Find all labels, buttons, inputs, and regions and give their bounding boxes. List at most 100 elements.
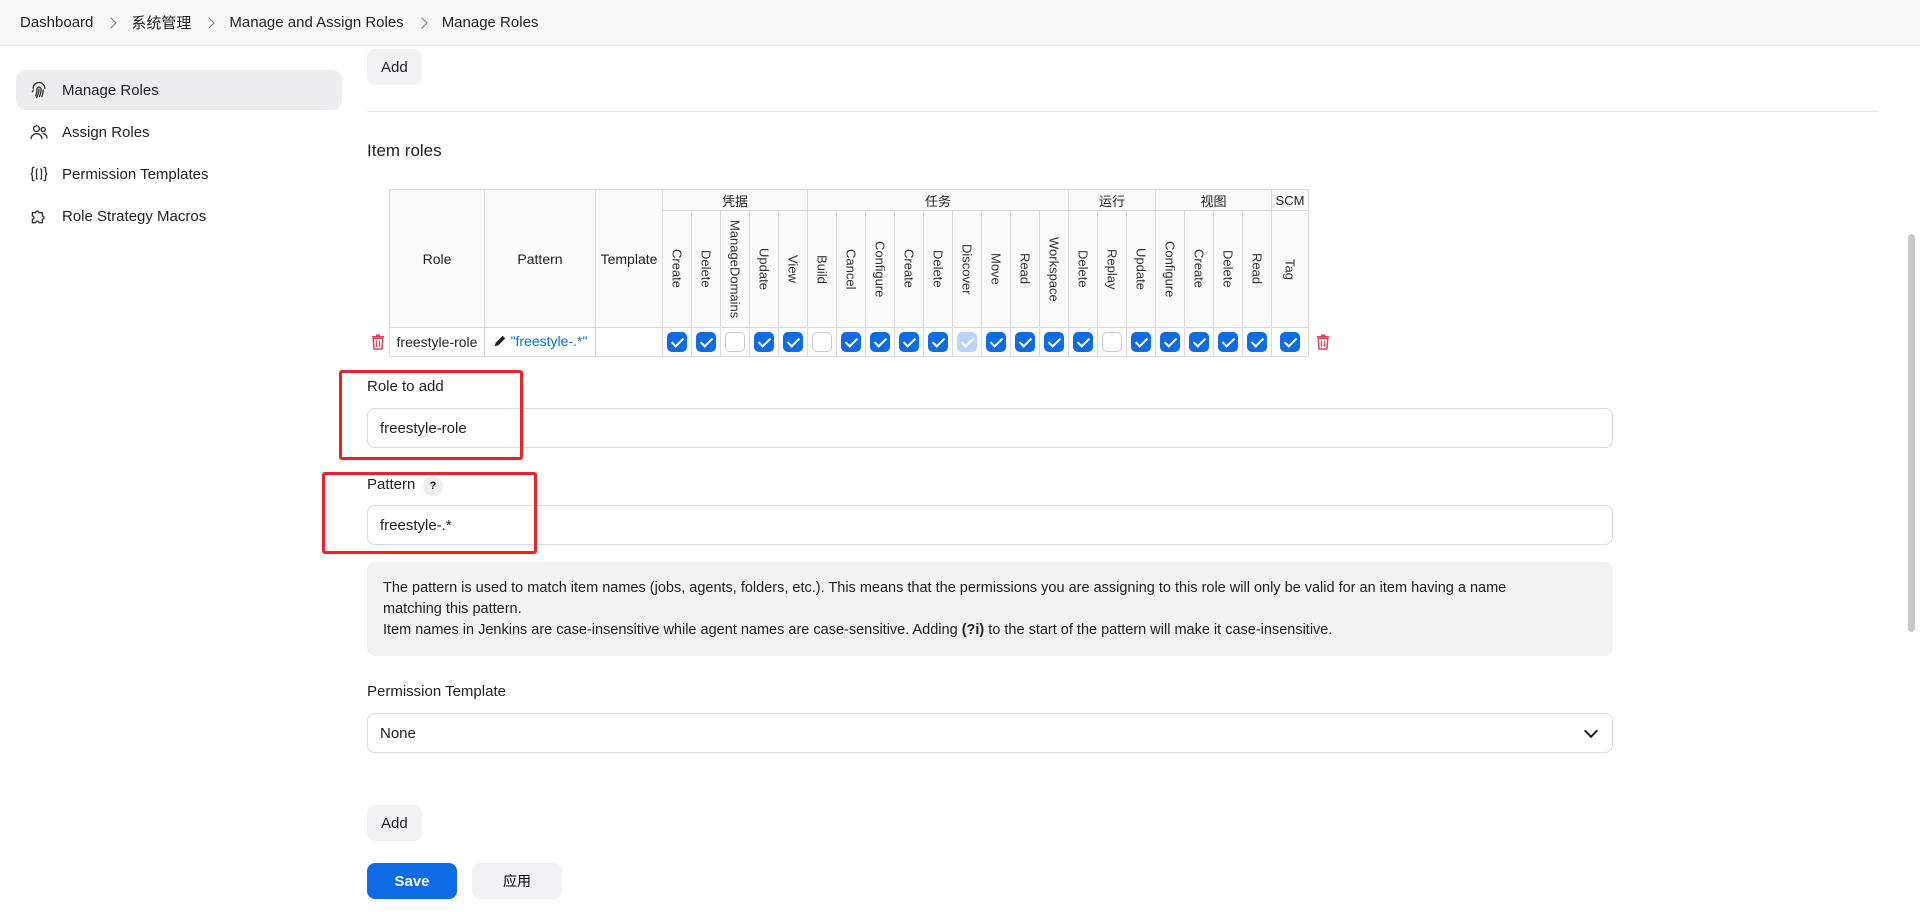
perm-header: Delete [923,210,953,328]
permission-checkbox[interactable] [957,332,977,352]
apply-button[interactable]: 应用 [472,863,562,899]
breadcrumb-system-manage[interactable]: 系统管理 [131,12,191,33]
users-icon [28,121,50,143]
perm-header: Create [894,210,924,328]
chevron-right-icon [105,16,118,29]
perm-header: Build [807,210,837,328]
permission-checkbox[interactable] [870,332,890,352]
add-global-role-button[interactable]: Add [367,49,422,85]
pattern-header: Pattern [484,189,596,328]
permission-checkbox[interactable] [928,332,948,352]
perm-header: Read [1010,210,1040,328]
permission-template-value: None [380,724,416,742]
role-header: Role [389,189,485,328]
delete-row-icon[interactable] [371,334,385,350]
chevron-right-icon [416,16,428,29]
breadcrumb-manage-roles[interactable]: Manage Roles [442,14,539,31]
item-roles-table: Role Pattern Template 凭据 任务 运行 视图 SCM Cr… [389,189,1309,357]
braces-icon [28,163,50,185]
permission-checkbox[interactable] [1044,332,1064,352]
permission-checkbox[interactable] [696,332,716,352]
sidebar-item-label: Permission Templates [62,165,209,183]
delete-row-icon[interactable] [1316,334,1330,350]
sidebar-item-label: Assign Roles [62,123,150,141]
sidebar: Manage Roles Assign Roles Permission Tem… [16,70,342,238]
perm-header: Delete [1213,210,1243,328]
perm-header: Create [662,210,692,328]
perm-header: Update [749,210,779,328]
scrollbar[interactable] [1906,46,1916,912]
perm-header: Workspace [1039,210,1069,328]
permission-checkbox[interactable] [899,332,919,352]
group-header-view: 视图 [1155,189,1272,211]
permission-template-select[interactable]: None [367,713,1613,753]
template-cell [595,327,663,357]
permission-checkbox[interactable] [1160,332,1180,352]
perm-header: Replay [1097,210,1127,328]
annotation-highlight-pattern [322,472,537,554]
permission-checkbox[interactable] [841,332,861,352]
perm-header: Configure [1155,210,1185,328]
breadcrumb-manage-assign-roles[interactable]: Manage and Assign Roles [229,14,403,31]
help-line: The pattern is used to match item names … [383,580,1507,596]
role-to-add-input[interactable] [367,408,1613,448]
puzzle-icon [28,205,50,227]
annotation-highlight-role [339,370,523,460]
permission-checkbox[interactable] [1102,332,1122,352]
help-line: matching this pattern. [383,601,522,617]
chevron-right-icon [203,16,216,29]
bottom-action-bar [0,848,1900,912]
template-header: Template [595,189,663,328]
perm-header: Update [1126,210,1156,328]
permission-checkbox[interactable] [1131,332,1151,352]
table-row: freestyle-role "freestyle-.*" [389,327,1309,357]
permission-checkbox[interactable] [812,332,832,352]
save-button[interactable]: Save [367,863,457,899]
permission-checkbox[interactable] [1280,332,1300,352]
sidebar-item-assign-roles[interactable]: Assign Roles [16,112,342,152]
fingerprint-icon [28,79,50,101]
sidebar-item-label: Manage Roles [62,81,159,99]
sidebar-item-permission-templates[interactable]: Permission Templates [16,154,342,194]
group-header-run: 运行 [1068,189,1156,211]
permission-checkbox[interactable] [1189,332,1209,352]
permission-checkbox[interactable] [986,332,1006,352]
sidebar-item-manage-roles[interactable]: Manage Roles [16,70,342,110]
perm-header: Cancel [836,210,866,328]
permission-checkbox[interactable] [754,332,774,352]
perm-header: Move [981,210,1011,328]
permission-checkbox[interactable] [667,332,687,352]
perm-header: Configure [865,210,895,328]
add-item-role-button[interactable]: Add [367,805,422,841]
permission-checkbox[interactable] [783,332,803,352]
pencil-icon[interactable] [493,334,507,351]
pattern-cell: "freestyle-.*" [484,327,596,357]
permission-checkbox[interactable] [1247,332,1267,352]
item-roles-title: Item roles [367,141,442,160]
section-divider [367,111,1879,112]
permission-checkbox[interactable] [1073,332,1093,352]
sidebar-item-role-strategy-macros[interactable]: Role Strategy Macros [16,196,342,236]
permission-checkbox[interactable] [1015,332,1035,352]
permission-checkbox[interactable] [1218,332,1238,352]
case-insensitive-code: (?i) [961,622,985,638]
role-name-cell: freestyle-role [389,327,485,357]
perm-header: ManageDomains [720,210,750,328]
perm-header: Delete [1068,210,1098,328]
breadcrumb-dashboard[interactable]: Dashboard [20,14,93,31]
perm-header: Delete [691,210,721,328]
group-header-job: 任务 [807,189,1069,211]
pattern-link[interactable]: "freestyle-.*" [511,333,588,349]
permission-checkbox[interactable] [725,332,745,352]
breadcrumb: Dashboard 系统管理 Manage and Assign Roles M… [0,0,1920,46]
perm-header: Read [1242,210,1272,328]
perm-header: Discover [952,210,982,328]
chevron-down-icon [1583,723,1599,739]
pattern-input[interactable] [367,505,1613,545]
perm-header: Tag [1271,210,1309,328]
group-header-scm: SCM [1271,189,1309,211]
group-header-credentials: 凭据 [662,189,808,211]
perm-header: View [778,210,808,328]
scrollbar-thumb[interactable] [1908,234,1915,632]
permission-template-label: Permission Template [367,683,506,700]
